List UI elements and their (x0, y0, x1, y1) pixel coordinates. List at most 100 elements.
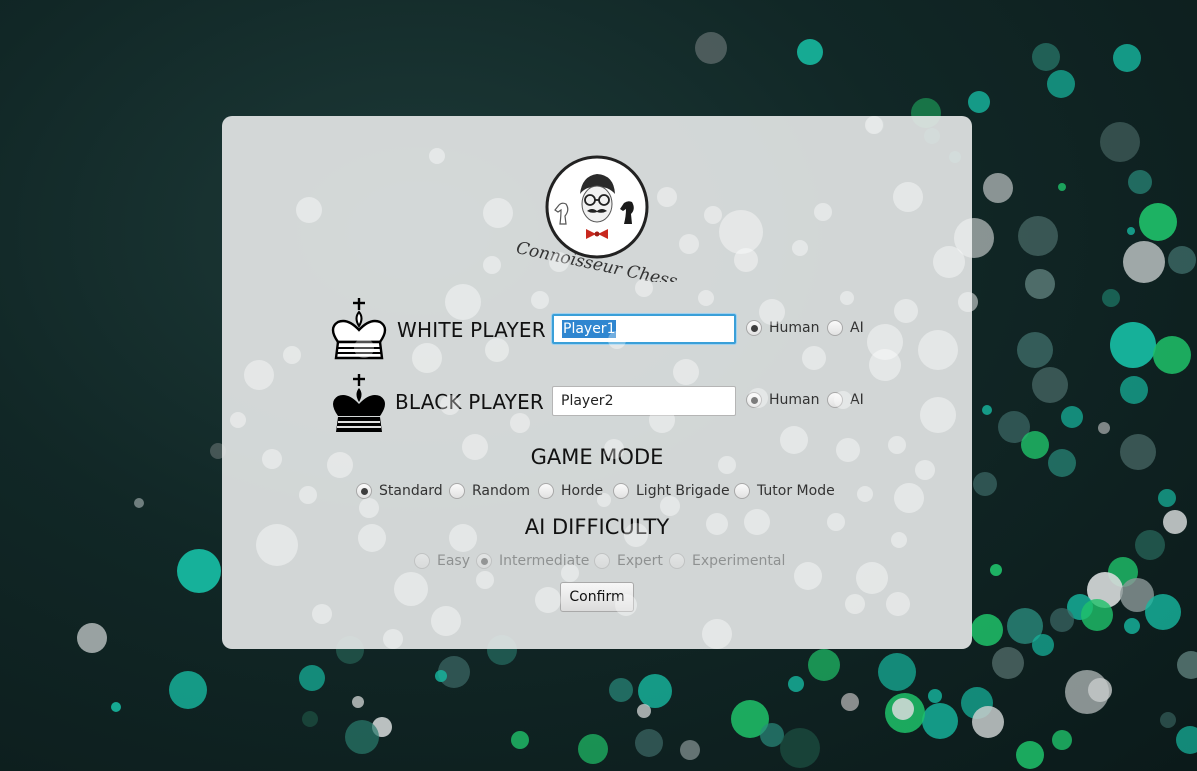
bokeh-dot (1120, 376, 1148, 404)
white-player-name-input[interactable]: Player1 (552, 314, 736, 344)
mode-horde-option[interactable]: Horde (538, 483, 603, 499)
bokeh-dot (990, 564, 1002, 576)
bokeh-dot (797, 39, 823, 65)
difficulty-easy-radio[interactable] (414, 553, 430, 569)
setup-panel: Connoisseur Chess WHITE PLAYER Player1 H… (222, 116, 972, 649)
white-ai-radio[interactable] (827, 320, 843, 336)
mode-random-radio[interactable] (449, 483, 465, 499)
mode-random-option[interactable]: Random (449, 483, 530, 499)
bokeh-dot (680, 740, 700, 760)
bokeh-dot (1127, 227, 1135, 235)
bokeh-dot (1018, 216, 1058, 256)
bokeh-dot (1088, 678, 1112, 702)
bokeh-dot (435, 670, 447, 682)
mode-standard-radio[interactable] (356, 483, 372, 499)
bokeh-dot (992, 647, 1024, 679)
bokeh-dot (638, 674, 672, 708)
black-ai-option[interactable]: AI (827, 392, 864, 408)
bokeh-dot (635, 729, 663, 757)
black-ai-label: AI (850, 392, 864, 408)
white-king-icon (331, 298, 387, 360)
bokeh-dot (302, 711, 318, 727)
bokeh-dot (1139, 203, 1177, 241)
black-human-radio[interactable] (746, 392, 762, 408)
bokeh-dot (1160, 712, 1176, 728)
bokeh-dot (1110, 322, 1156, 368)
bokeh-dot (1123, 241, 1165, 283)
bokeh-dot (841, 693, 859, 711)
mode-standard-option[interactable]: Standard (356, 483, 443, 499)
white-player-label: WHITE PLAYER (397, 318, 546, 342)
black-human-option[interactable]: Human (746, 392, 820, 408)
bokeh-dot (1120, 434, 1156, 470)
difficulty-easy-option[interactable]: Easy (414, 553, 470, 569)
black-king-icon (333, 374, 385, 432)
bokeh-dot (1098, 422, 1110, 434)
bokeh-dot (972, 706, 1004, 738)
bokeh-dot (1061, 406, 1083, 428)
bokeh-dot (1145, 594, 1181, 630)
mode-tutor-radio[interactable] (734, 483, 750, 499)
white-ai-option[interactable]: AI (827, 320, 864, 336)
bokeh-dot (177, 549, 221, 593)
mode-tutor-label: Tutor Mode (757, 483, 835, 499)
black-player-row: BLACK PLAYER Human AI (222, 366, 972, 432)
bokeh-dot (77, 623, 107, 653)
mode-light-brigade-radio[interactable] (613, 483, 629, 499)
bokeh-dot (511, 731, 529, 749)
bokeh-dot (1176, 726, 1197, 754)
mode-horde-label: Horde (561, 483, 604, 499)
difficulty-intermediate-radio[interactable] (476, 553, 492, 569)
bokeh-dot (1021, 431, 1049, 459)
mode-horde-radio[interactable] (538, 483, 554, 499)
bokeh-dot (1102, 289, 1120, 307)
bokeh-dot (352, 696, 364, 708)
difficulty-experimental-radio[interactable] (669, 553, 685, 569)
bokeh-dot (928, 689, 942, 703)
mode-tutor-option[interactable]: Tutor Mode (734, 483, 835, 499)
bokeh-dot (1124, 618, 1140, 634)
bokeh-dot (983, 173, 1013, 203)
ai-difficulty-heading: AI DIFFICULTY (524, 515, 670, 539)
difficulty-expert-label: Expert (617, 553, 663, 569)
confirm-button[interactable]: Confirm (560, 582, 634, 612)
black-player-name-input[interactable] (552, 386, 736, 416)
bokeh-dot (1017, 332, 1053, 368)
bokeh-dot (1032, 43, 1060, 71)
bokeh-dot (1177, 651, 1197, 679)
mode-standard-label: Standard (379, 483, 443, 499)
bokeh-dot (1032, 634, 1054, 656)
mode-light-brigade-option[interactable]: Light Brigade (613, 483, 730, 499)
bokeh-dot (780, 728, 820, 768)
game-mode-heading: GAME MODE (530, 445, 664, 469)
mode-random-label: Random (472, 483, 530, 499)
difficulty-expert-radio[interactable] (594, 553, 610, 569)
bokeh-dot (760, 723, 784, 747)
black-ai-radio[interactable] (827, 392, 843, 408)
bokeh-dot (695, 32, 727, 64)
bokeh-dot (609, 678, 633, 702)
bokeh-dot (1128, 170, 1152, 194)
bokeh-dot (968, 91, 990, 113)
bokeh-dot (169, 671, 207, 709)
bokeh-dot (1163, 510, 1187, 534)
black-human-label: Human (769, 392, 820, 408)
black-player-label: BLACK PLAYER (395, 390, 545, 414)
difficulty-easy-label: Easy (437, 553, 471, 569)
white-player-row: WHITE PLAYER Player1 Human AI (222, 292, 972, 360)
bokeh-dot (1081, 599, 1113, 631)
bokeh-dot (922, 703, 958, 739)
bokeh-dot (345, 720, 379, 754)
mode-light-brigade-label: Light Brigade (636, 483, 730, 499)
bokeh-dot (971, 614, 1003, 646)
bokeh-dot (578, 734, 608, 764)
white-human-radio[interactable] (746, 320, 762, 336)
connoisseur-chess-logo: Connoisseur Chess (514, 155, 679, 282)
white-human-option[interactable]: Human (746, 320, 820, 336)
difficulty-experimental-option[interactable]: Experimental (669, 553, 785, 569)
bokeh-dot (299, 665, 325, 691)
bokeh-dot (1032, 367, 1068, 403)
difficulty-intermediate-option[interactable]: Intermediate (476, 553, 589, 569)
bokeh-dot (808, 649, 840, 681)
difficulty-expert-option[interactable]: Expert (594, 553, 663, 569)
